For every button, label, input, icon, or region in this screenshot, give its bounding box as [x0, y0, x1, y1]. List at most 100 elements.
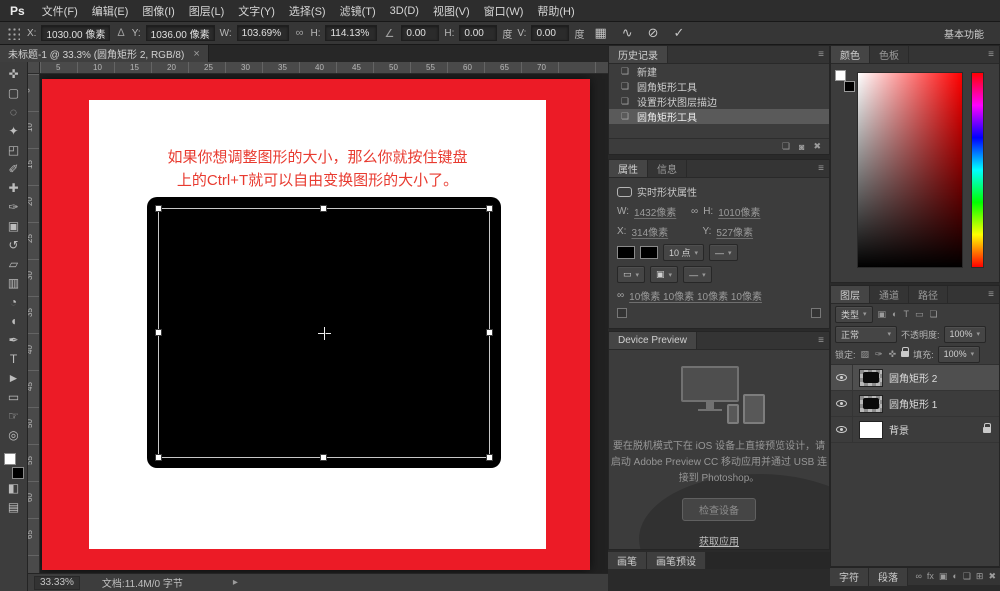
- tab-paragraph[interactable]: 段落: [869, 567, 908, 586]
- menu-item-3d[interactable]: 3D(D): [383, 0, 426, 21]
- filter-type-combo[interactable]: 类型 ▾: [835, 305, 873, 323]
- warp-mode-icon[interactable]: ∿: [617, 25, 638, 41]
- layer-row-rounded-rect-2[interactable]: 圆角矩形 2: [831, 365, 999, 391]
- gradient-tool[interactable]: ▥: [0, 274, 28, 293]
- opacity-combo[interactable]: 100% ▾: [943, 325, 987, 343]
- quick-mask-icon[interactable]: ◧: [0, 479, 28, 498]
- menu-item-layer[interactable]: 图层(L): [182, 0, 231, 21]
- menu-item-file[interactable]: 文件(F): [35, 0, 85, 21]
- menu-item-edit[interactable]: 编辑(E): [85, 0, 136, 21]
- eraser-tool[interactable]: ▱: [0, 255, 28, 274]
- shape-width-field[interactable]: 1432像素: [634, 204, 686, 219]
- rectangular-marquee-tool[interactable]: ▢: [0, 84, 28, 103]
- filter-shape-layers-icon[interactable]: ▭: [914, 309, 925, 320]
- tab-paths[interactable]: 路径: [909, 286, 948, 303]
- transform-handle-bottom-right[interactable]: [486, 454, 493, 461]
- pen-tool[interactable]: ✒: [0, 331, 28, 350]
- stroke-corners-combo[interactable]: — ▾: [683, 266, 712, 283]
- background-lock-icon[interactable]: [983, 422, 991, 433]
- shape-x-field[interactable]: 314像素: [631, 224, 683, 239]
- history-item[interactable]: ❏ 圆角矩形工具: [609, 79, 829, 94]
- white-page[interactable]: 如果你想调整图形的大小，那么你就按住键盘 上的Ctrl+T就可以自由变换图形的大…: [89, 100, 546, 549]
- transform-handle-middle-left[interactable]: [155, 329, 162, 336]
- canvas-area[interactable]: 5 10 15 20 25 30 35 40 45 50 55 60 65 70…: [28, 62, 608, 573]
- tab-device-preview[interactable]: Device Preview: [609, 332, 697, 349]
- layer-thumbnail[interactable]: [859, 368, 883, 387]
- layer-mask-icon[interactable]: ▣: [939, 571, 948, 582]
- adjustment-layer-icon[interactable]: ◐: [952, 571, 957, 582]
- layer-style-fx-icon[interactable]: fx: [927, 571, 934, 582]
- layer-row-background[interactable]: 背景: [831, 417, 999, 443]
- tab-history[interactable]: 历史记录: [609, 46, 668, 63]
- new-group-icon[interactable]: ❑: [963, 571, 971, 582]
- menu-item-select[interactable]: 选择(S): [282, 0, 333, 21]
- filter-type-layers-icon[interactable]: T: [902, 309, 910, 319]
- eyedropper-tool[interactable]: ✐: [0, 160, 28, 179]
- layer-name[interactable]: 圆角矩形 2: [889, 370, 937, 385]
- layer-name[interactable]: 背景: [889, 422, 909, 437]
- document-tab[interactable]: 未标题-1 @ 33.3% (圆角矩形 2, RGB/8) ×: [0, 45, 209, 62]
- corner-radius-values[interactable]: 10像素 10像素 10像素 10像素: [629, 288, 762, 303]
- history-item[interactable]: ❏ 新建: [609, 64, 829, 79]
- screen-mode-icon[interactable]: ▤: [0, 498, 28, 517]
- panel-menu-icon[interactable]: ≡: [813, 163, 829, 174]
- saturation-brightness-picker[interactable]: [857, 72, 963, 268]
- panel-menu-icon[interactable]: ≡: [813, 335, 829, 346]
- top-ruler[interactable]: 5 10 15 20 25 30 35 40 45 50 55 60 65 70: [40, 62, 608, 74]
- menu-item-help[interactable]: 帮助(H): [530, 0, 581, 21]
- menu-item-view[interactable]: 视图(V): [426, 0, 477, 21]
- fill-combo[interactable]: 100% ▾: [937, 345, 981, 363]
- filter-smart-objects-icon[interactable]: ❏: [929, 309, 939, 320]
- history-item-selected[interactable]: ❏ 圆角矩形工具: [609, 109, 829, 124]
- pathfinder-checkbox[interactable]: [811, 308, 821, 318]
- transform-handle-bottom-left[interactable]: [155, 454, 162, 461]
- quick-selection-tool[interactable]: ✦: [0, 122, 28, 141]
- delete-layer-icon[interactable]: ✖: [988, 571, 996, 582]
- fill-color-swatch[interactable]: [617, 246, 635, 259]
- filter-adjustment-layers-icon[interactable]: ◐: [891, 309, 898, 319]
- reference-point-locator-icon[interactable]: [6, 26, 20, 40]
- lock-position-icon[interactable]: ✜: [888, 349, 898, 360]
- check-device-button[interactable]: 检查设备: [682, 498, 756, 521]
- menu-item-type[interactable]: 文字(Y): [231, 0, 282, 21]
- mini-color-swatches[interactable]: [835, 70, 855, 92]
- path-selection-tool[interactable]: ►: [0, 369, 28, 388]
- artboard[interactable]: 如果你想调整图形的大小，那么你就按住键盘 上的Ctrl+T就可以自由变换图形的大…: [42, 79, 590, 570]
- layer-thumbnail[interactable]: [859, 394, 883, 413]
- visibility-toggle[interactable]: [831, 365, 853, 390]
- y-position-field[interactable]: 1036.00 像素: [145, 25, 215, 41]
- background-color-swatch[interactable]: [11, 467, 24, 479]
- spot-healing-brush-tool[interactable]: ✚: [0, 179, 28, 198]
- panel-menu-icon[interactable]: ≡: [983, 289, 999, 300]
- tab-color[interactable]: 颜色: [831, 46, 870, 63]
- foreground-color-swatch[interactable]: [835, 70, 846, 81]
- color-swatches-widget[interactable]: [3, 453, 25, 479]
- move-tool[interactable]: ✜: [0, 65, 28, 84]
- menu-item-filter[interactable]: 滤镜(T): [333, 0, 383, 21]
- commit-transform-button[interactable]: ✓: [669, 25, 690, 41]
- get-app-link[interactable]: 获取应用: [609, 533, 829, 548]
- panel-menu-icon[interactable]: ≡: [983, 49, 999, 60]
- status-flyout-icon[interactable]: ▸: [233, 577, 238, 588]
- zoom-level-field[interactable]: 33.33%: [34, 575, 80, 590]
- delete-state-icon[interactable]: ✖: [813, 141, 821, 152]
- panel-menu-icon[interactable]: ≡: [813, 49, 829, 60]
- transform-reference-point-icon[interactable]: [318, 327, 331, 340]
- visibility-toggle[interactable]: [831, 417, 853, 442]
- filter-pixel-layers-icon[interactable]: ▣: [877, 309, 888, 320]
- background-color-swatch[interactable]: [844, 81, 855, 92]
- type-tool[interactable]: T: [0, 350, 28, 369]
- rotation-field[interactable]: 0.00: [401, 25, 440, 41]
- link-wh-icon[interactable]: ∞: [691, 206, 698, 217]
- crop-tool[interactable]: ◰: [0, 141, 28, 160]
- layer-thumbnail[interactable]: [859, 420, 883, 439]
- foreground-color-swatch[interactable]: [3, 453, 16, 465]
- lock-image-pixels-icon[interactable]: ✑: [874, 349, 884, 360]
- transform-handle-top-middle[interactable]: [320, 205, 327, 212]
- left-ruler[interactable]: 5 10 15 20 25 30 35 40 45 50 55 60 65: [28, 74, 40, 573]
- align-edges-checkbox[interactable]: [617, 308, 627, 318]
- lock-transparent-pixels-icon[interactable]: ▨: [860, 349, 871, 360]
- transform-handle-middle-right[interactable]: [486, 329, 493, 336]
- transform-handle-bottom-middle[interactable]: [320, 454, 327, 461]
- dodge-tool[interactable]: ◖: [0, 312, 28, 331]
